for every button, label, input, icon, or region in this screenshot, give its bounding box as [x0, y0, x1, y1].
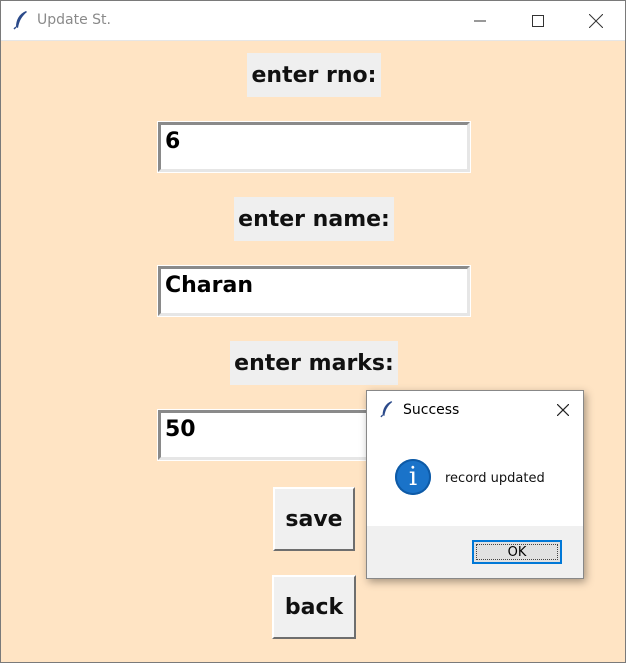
back-button[interactable]: back [272, 575, 356, 639]
success-dialog: Success i record updated OK [366, 390, 584, 579]
title-bar: Update St. [1, 1, 625, 41]
close-button[interactable] [567, 1, 625, 40]
maximize-icon [532, 14, 544, 27]
rno-input[interactable]: 6 [157, 121, 471, 173]
save-button[interactable]: save [273, 487, 355, 551]
dialog-close-button[interactable] [551, 399, 575, 421]
close-icon [557, 404, 569, 416]
close-icon [589, 13, 603, 28]
maximize-button[interactable] [509, 1, 567, 40]
name-input[interactable]: Charan [157, 265, 471, 317]
dialog-title: Success [403, 402, 460, 418]
feather-icon [13, 11, 27, 30]
ok-label: OK [507, 544, 527, 560]
rno-label: enter rno: [247, 53, 381, 97]
info-icon: i [395, 459, 431, 495]
minimize-icon [474, 20, 486, 21]
minimize-button[interactable] [451, 1, 509, 40]
name-label: enter name: [234, 197, 394, 241]
marks-label: enter marks: [230, 341, 398, 385]
dialog-footer: OK [367, 526, 583, 578]
feather-icon [380, 401, 393, 418]
window-title: Update St. [37, 12, 111, 28]
dialog-message: record updated [445, 471, 545, 486]
ok-button[interactable]: OK [472, 540, 562, 564]
